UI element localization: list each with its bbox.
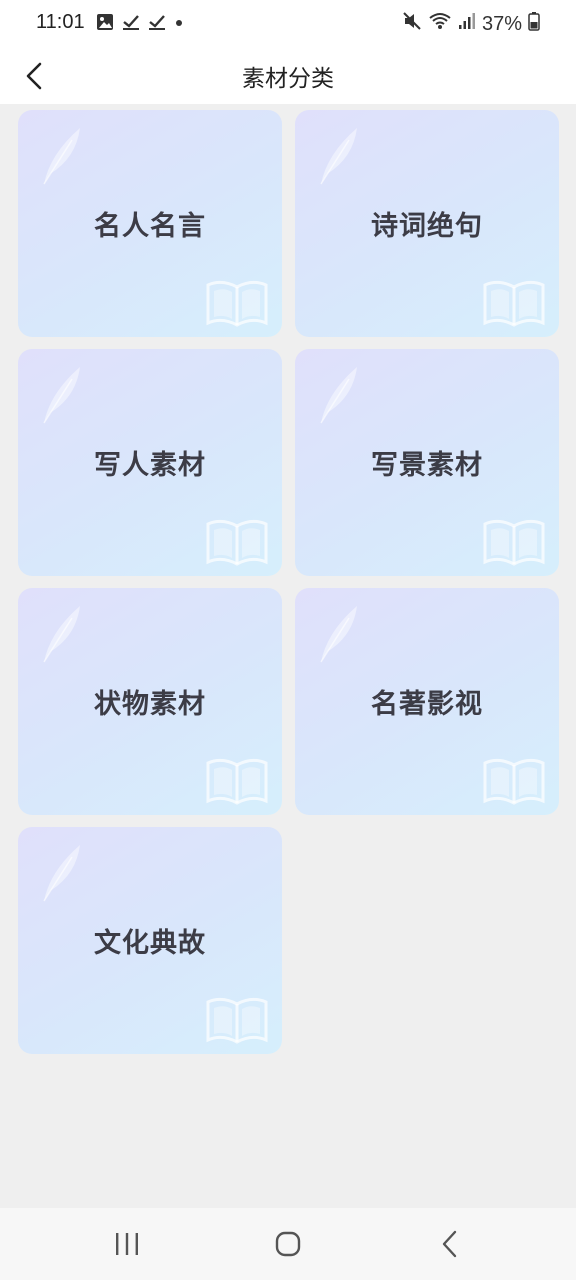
check-download-icon xyxy=(148,13,166,35)
back-icon xyxy=(442,1230,457,1258)
category-label: 写人素材 xyxy=(94,450,206,481)
battery-percent: 37% xyxy=(481,12,522,35)
book-icon xyxy=(483,519,545,566)
battery-icon xyxy=(528,11,540,37)
status-time: 11:01 xyxy=(36,11,85,33)
dot-icon xyxy=(174,13,184,35)
image-icon xyxy=(96,13,114,35)
page-title: 素材分类 xyxy=(242,66,334,92)
feather-icon xyxy=(43,606,80,663)
home-button[interactable] xyxy=(263,1224,313,1264)
header: 素材分类 xyxy=(0,48,576,104)
feather-icon xyxy=(320,606,357,663)
system-back-button[interactable] xyxy=(425,1224,475,1264)
feather-icon xyxy=(320,128,357,185)
category-card[interactable]: 状物素材 xyxy=(18,588,282,815)
book-icon xyxy=(206,758,268,805)
category-card[interactable]: 文化典故 xyxy=(18,827,282,1054)
mute-icon xyxy=(402,11,422,37)
system-navigation-bar xyxy=(0,1208,576,1280)
recents-button[interactable] xyxy=(102,1224,152,1264)
category-label: 名著影视 xyxy=(371,689,483,720)
status-bar: 11:01 37% xyxy=(0,0,576,48)
status-system-icons: 37% xyxy=(402,11,540,37)
category-label: 诗词绝句 xyxy=(371,211,483,242)
category-label: 写景素材 xyxy=(371,450,483,481)
feather-icon xyxy=(320,367,357,424)
home-icon xyxy=(275,1231,301,1257)
category-label: 文化典故 xyxy=(94,928,206,959)
book-icon xyxy=(206,280,268,327)
feather-icon xyxy=(43,128,80,185)
wifi-icon xyxy=(428,11,452,37)
feather-icon xyxy=(43,845,80,902)
feather-icon xyxy=(43,367,80,424)
book-icon xyxy=(483,758,545,805)
check-download-icon xyxy=(122,13,140,35)
recents-icon xyxy=(116,1233,138,1255)
category-card[interactable]: 写景素材 xyxy=(295,349,559,576)
book-icon xyxy=(206,997,268,1044)
category-label: 状物素材 xyxy=(94,689,206,720)
category-grid: 名人名言 诗词绝句 写人素材 写景素材 状物素材 名著影视 文化典故 xyxy=(18,110,559,1054)
book-icon xyxy=(206,519,268,566)
signal-icon xyxy=(458,11,476,37)
category-card[interactable]: 名人名言 xyxy=(18,110,282,337)
category-card[interactable]: 诗词绝句 xyxy=(295,110,559,337)
category-card[interactable]: 名著影视 xyxy=(295,588,559,815)
status-notification-icons xyxy=(96,13,184,35)
category-card[interactable]: 写人素材 xyxy=(18,349,282,576)
category-label: 名人名言 xyxy=(94,211,206,242)
book-icon xyxy=(483,280,545,327)
